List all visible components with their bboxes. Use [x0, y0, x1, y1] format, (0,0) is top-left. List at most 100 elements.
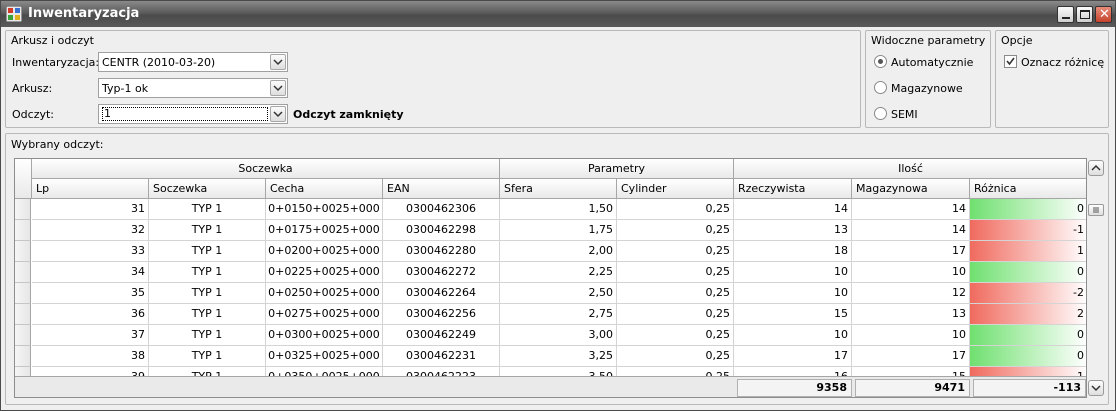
scroll-down-button[interactable] — [1088, 380, 1104, 396]
cell-actual[interactable]: 10 — [734, 325, 852, 346]
cell-sphere[interactable]: 3,00 — [500, 325, 617, 346]
chevron-down-icon[interactable] — [270, 54, 286, 70]
cell-lp[interactable]: 37 — [32, 325, 149, 346]
cell-stock[interactable]: 17 — [852, 346, 970, 367]
chevron-down-icon[interactable] — [270, 106, 286, 122]
row-header[interactable] — [15, 325, 31, 346]
cell-cylinder[interactable]: 0,25 — [617, 304, 734, 325]
cell-ean[interactable]: 0300462306 — [383, 199, 500, 220]
cell-feature[interactable]: 0+0250+0025+000 — [266, 283, 383, 304]
row-header[interactable] — [15, 241, 31, 262]
cell-lens[interactable]: TYP 1 — [149, 325, 266, 346]
cell-sphere[interactable]: 2,00 — [500, 241, 617, 262]
cell-ean[interactable]: 0300462249 — [383, 325, 500, 346]
row-header[interactable] — [15, 220, 31, 241]
cell-cylinder[interactable]: 0,25 — [617, 220, 734, 241]
sheet-combo[interactable]: Typ-1 ok — [98, 78, 288, 98]
cell-ean[interactable]: 0300462272 — [383, 262, 500, 283]
radio-stock[interactable] — [874, 81, 887, 94]
col-header-ean[interactable]: EAN — [383, 179, 500, 199]
cell-actual[interactable]: 15 — [734, 304, 852, 325]
scroll-thumb[interactable] — [1088, 204, 1104, 216]
cell-lens[interactable]: TYP 1 — [149, 199, 266, 220]
cell-stock[interactable]: 12 — [852, 283, 970, 304]
row-header[interactable] — [15, 346, 31, 367]
radio-stock-label[interactable]: Magazynowe — [891, 82, 963, 95]
cell-lp[interactable]: 35 — [32, 283, 149, 304]
cell-lens[interactable]: TYP 1 — [149, 220, 266, 241]
cell-actual[interactable]: 17 — [734, 346, 852, 367]
cell-lp[interactable]: 31 — [32, 199, 149, 220]
row-header[interactable] — [15, 262, 31, 283]
radio-automatic-label[interactable]: Automatycznie — [891, 56, 973, 69]
row-header[interactable] — [15, 283, 31, 304]
cell-cylinder[interactable]: 0,25 — [617, 262, 734, 283]
cell-lens[interactable]: TYP 1 — [149, 283, 266, 304]
cell-difference[interactable]: -1 — [970, 220, 1086, 241]
cell-feature[interactable]: 0+0150+0025+000 — [266, 199, 383, 220]
cell-ean[interactable]: 0300462298 — [383, 220, 500, 241]
cell-stock[interactable]: 14 — [852, 199, 970, 220]
cell-sphere[interactable]: 2,75 — [500, 304, 617, 325]
vertical-scrollbar[interactable] — [1087, 158, 1105, 398]
minimize-button[interactable] — [1057, 6, 1074, 23]
cell-ean[interactable]: 0300462256 — [383, 304, 500, 325]
cell-cylinder[interactable]: 0,25 — [617, 325, 734, 346]
cell-sphere[interactable]: 2,25 — [500, 262, 617, 283]
cell-stock[interactable]: 10 — [852, 262, 970, 283]
radio-automatic[interactable] — [874, 55, 887, 68]
cell-difference[interactable]: 0 — [970, 262, 1086, 283]
cell-feature[interactable]: 0+0300+0025+000 — [266, 325, 383, 346]
cell-lens[interactable]: TYP 1 — [149, 262, 266, 283]
cell-ean[interactable]: 0300462264 — [383, 283, 500, 304]
cell-ean[interactable]: 0300462280 — [383, 241, 500, 262]
cell-difference[interactable]: 1 — [970, 241, 1086, 262]
cell-feature[interactable]: 0+0325+0025+000 — [266, 346, 383, 367]
cell-actual[interactable]: 18 — [734, 241, 852, 262]
cell-sphere[interactable]: 1,50 — [500, 199, 617, 220]
cell-difference[interactable]: 0 — [970, 346, 1086, 367]
title-bar[interactable]: Inwentaryzacja ✕ — [1, 1, 1115, 27]
cell-cylinder[interactable]: 0,25 — [617, 283, 734, 304]
cell-lp[interactable]: 36 — [32, 304, 149, 325]
maximize-button[interactable] — [1076, 6, 1093, 23]
cell-stock[interactable]: 17 — [852, 241, 970, 262]
highlight-diff-label[interactable]: Oznacz różnicę — [1021, 56, 1104, 69]
reading-combo[interactable]: 1 — [98, 104, 288, 124]
inventory-combo[interactable]: CENTR (2010-03-20) — [98, 52, 288, 72]
col-header-stock[interactable]: Magazynowa — [852, 179, 970, 199]
col-header-sphere[interactable]: Sfera — [500, 179, 617, 199]
cell-ean[interactable]: 0300462231 — [383, 346, 500, 367]
row-header[interactable] — [15, 199, 31, 220]
cell-cylinder[interactable]: 0,25 — [617, 346, 734, 367]
cell-feature[interactable]: 0+0275+0025+000 — [266, 304, 383, 325]
cell-feature[interactable]: 0+0225+0025+000 — [266, 262, 383, 283]
cell-actual[interactable]: 10 — [734, 262, 852, 283]
cell-lp[interactable]: 38 — [32, 346, 149, 367]
highlight-diff-checkbox[interactable] — [1004, 55, 1017, 68]
col-header-lp[interactable]: Lp — [32, 179, 149, 199]
col-header-actual[interactable]: Rzeczywista — [734, 179, 852, 199]
cell-actual[interactable]: 10 — [734, 283, 852, 304]
cell-cylinder[interactable]: 0,25 — [617, 241, 734, 262]
cell-feature[interactable]: 0+0200+0025+000 — [266, 241, 383, 262]
cell-difference[interactable]: 0 — [970, 325, 1086, 346]
cell-sphere[interactable]: 3,25 — [500, 346, 617, 367]
cell-actual[interactable]: 13 — [734, 220, 852, 241]
cell-difference[interactable]: 2 — [970, 304, 1086, 325]
cell-lens[interactable]: TYP 1 — [149, 346, 266, 367]
col-header-lens[interactable]: Soczewka — [149, 179, 266, 199]
row-header[interactable] — [15, 304, 31, 325]
cell-lp[interactable]: 34 — [32, 262, 149, 283]
cell-difference[interactable]: -2 — [970, 283, 1086, 304]
radio-semi[interactable] — [874, 107, 887, 120]
cell-feature[interactable]: 0+0175+0025+000 — [266, 220, 383, 241]
cell-stock[interactable]: 10 — [852, 325, 970, 346]
cell-sphere[interactable]: 1,75 — [500, 220, 617, 241]
radio-semi-label[interactable]: SEMI — [891, 108, 918, 121]
cell-actual[interactable]: 14 — [734, 199, 852, 220]
col-header-feature[interactable]: Cecha — [266, 179, 383, 199]
cell-lp[interactable]: 32 — [32, 220, 149, 241]
cell-lp[interactable]: 33 — [32, 241, 149, 262]
cell-sphere[interactable]: 2,50 — [500, 283, 617, 304]
